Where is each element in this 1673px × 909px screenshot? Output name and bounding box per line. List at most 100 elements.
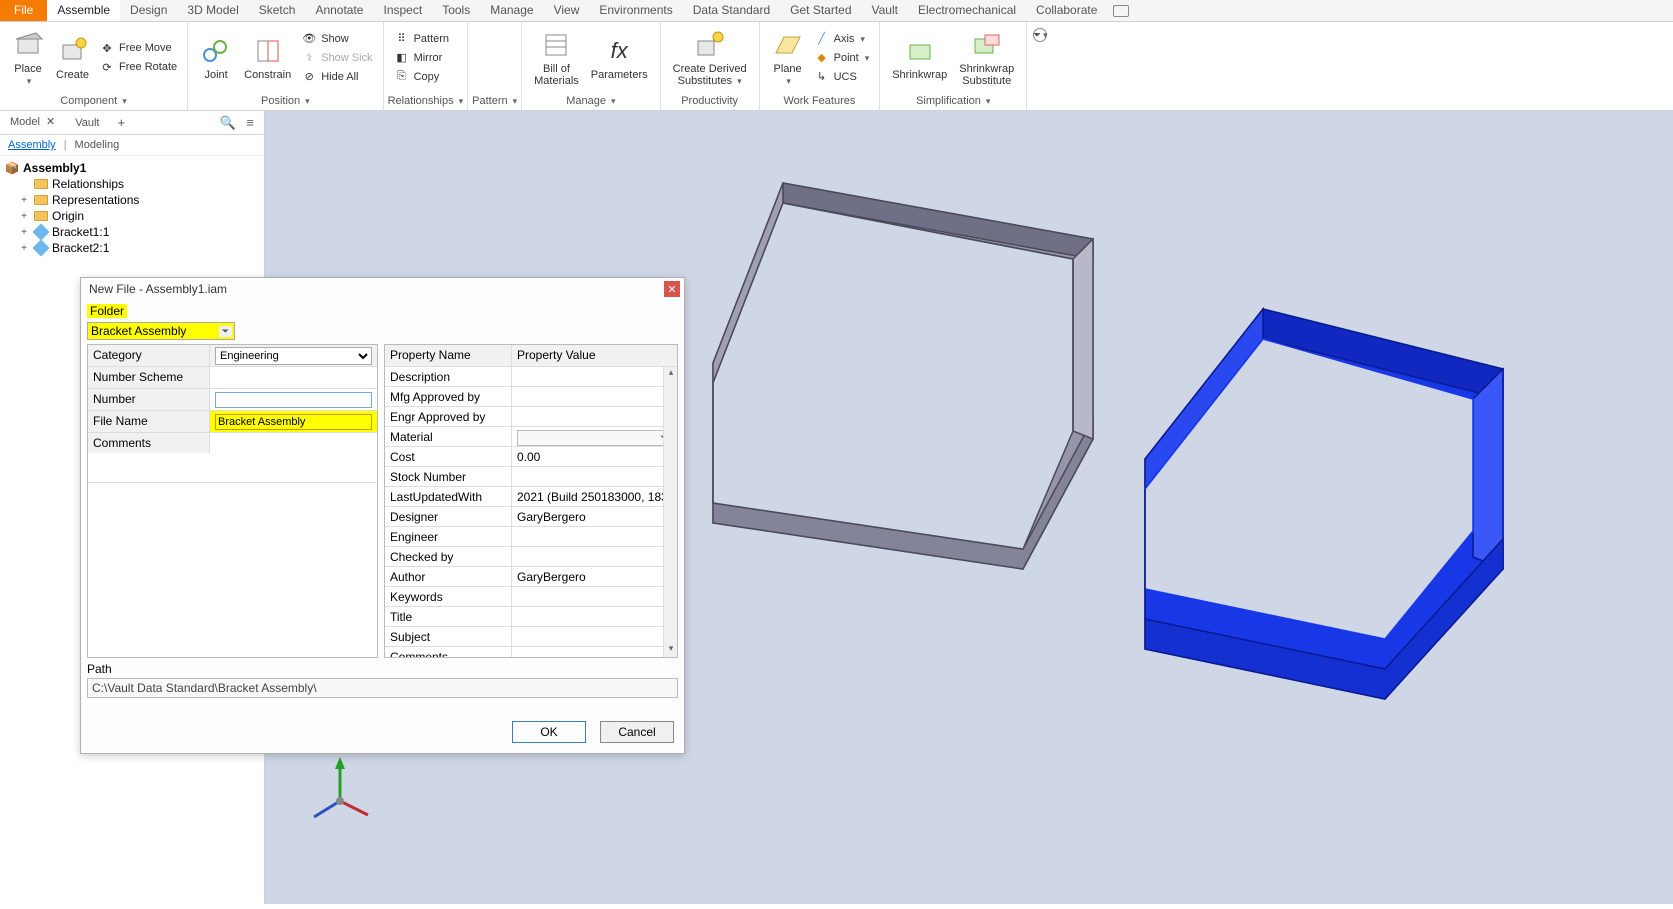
prop-value[interactable]: 2021 (Build 250183000, 183) [512, 487, 677, 506]
prop-value[interactable]: 0.00 [512, 447, 677, 466]
number-input[interactable] [215, 392, 372, 408]
scrollbar[interactable]: ▴ ▾ [663, 367, 677, 657]
tab-design[interactable]: Design [120, 0, 177, 21]
tree-origin[interactable]: +Origin [2, 208, 262, 224]
group-manage-label[interactable]: Manage [522, 93, 659, 110]
folder-dropdown[interactable]: Bracket Assembly ⏷ [87, 322, 235, 340]
tab-getstarted[interactable]: Get Started [780, 0, 861, 21]
plane-button[interactable]: Plane [766, 27, 810, 89]
bom-button[interactable]: Bill of Materials [528, 27, 585, 89]
prop-value[interactable] [512, 647, 677, 657]
tab-view[interactable]: View [544, 0, 590, 21]
expand-icon[interactable]: + [18, 195, 30, 206]
tree-root-assembly[interactable]: 📦Assembly1 [2, 160, 262, 176]
cancel-button[interactable]: Cancel [600, 721, 674, 743]
scroll-down-icon[interactable]: ▾ [664, 643, 678, 657]
tab-annotate[interactable]: Annotate [305, 0, 373, 21]
prop-value[interactable] [512, 467, 677, 486]
expand-icon[interactable]: + [18, 211, 30, 222]
subtab-assembly[interactable]: Assembly [8, 139, 56, 151]
category-select[interactable]: Engineering [215, 347, 372, 365]
tab-file[interactable]: File [0, 0, 47, 21]
place-label: Place [14, 63, 42, 75]
copy-button[interactable]: ⎘Copy [390, 68, 453, 86]
prop-value[interactable] [512, 627, 677, 646]
filename-input[interactable] [215, 414, 372, 430]
create-derived-icon [694, 29, 726, 61]
ok-button[interactable]: OK [512, 721, 586, 743]
joint-button[interactable]: Joint [194, 33, 238, 83]
free-move-button[interactable]: ✥Free Move [95, 39, 181, 57]
prop-value[interactable] [512, 367, 677, 386]
dialog-titlebar[interactable]: New File - Assembly1.iam ✕ [81, 278, 684, 300]
tree-bracket2[interactable]: +Bracket2:1 [2, 240, 262, 256]
expand-icon[interactable]: + [18, 227, 30, 238]
tab-3dmodel[interactable]: 3D Model [177, 0, 248, 21]
prop-value[interactable]: GaryBergero [512, 507, 677, 526]
tab-assemble[interactable]: Assemble [47, 0, 120, 21]
prop-value[interactable] [512, 527, 677, 546]
tree-bracket1[interactable]: +Bracket1:1 [2, 224, 262, 240]
show-button[interactable]: 👁Show [297, 30, 376, 48]
create-derived-button[interactable]: Create Derived Substitutes [667, 27, 753, 89]
panel-tab-model[interactable]: Model✕ [0, 112, 65, 133]
material-select[interactable]: ⏷ [517, 430, 672, 446]
tab-sketch[interactable]: Sketch [249, 0, 306, 21]
close-icon[interactable]: ✕ [664, 281, 680, 297]
show-sick-button[interactable]: ⚕Show Sick [297, 49, 376, 67]
shrinkwrap-substitute-icon [971, 29, 1003, 61]
group-pattern-label[interactable]: Pattern [468, 93, 521, 110]
subtab-modeling[interactable]: Modeling [75, 139, 120, 151]
tab-tools[interactable]: Tools [432, 0, 480, 21]
tab-datastandard[interactable]: Data Standard [683, 0, 780, 21]
menu-icon[interactable]: ≡ [242, 115, 258, 131]
free-rotate-button[interactable]: ⟳Free Rotate [95, 58, 181, 76]
mirror-button[interactable]: ◧Mirror [390, 49, 453, 67]
joint-label: Joint [205, 69, 228, 81]
scroll-up-icon[interactable]: ▴ [664, 367, 678, 381]
group-component-label[interactable]: Component [0, 93, 187, 110]
pattern-button[interactable]: ⠿Pattern [390, 30, 453, 48]
folder-icon [34, 179, 48, 189]
open-documents-icon[interactable] [1113, 5, 1129, 17]
help-dropdown-icon[interactable]: ⏷ [1033, 28, 1047, 42]
prop-value[interactable] [512, 407, 677, 426]
comments-input[interactable] [210, 433, 377, 439]
part-icon [33, 241, 49, 255]
search-icon[interactable]: 🔍 [220, 115, 236, 131]
group-simplification-label[interactable]: Simplification [880, 93, 1026, 110]
numberscheme-value[interactable] [210, 367, 377, 388]
prop-value[interactable]: GaryBergero [512, 567, 677, 586]
tab-manage[interactable]: Manage [480, 0, 543, 21]
ucs-button[interactable]: ↳UCS [810, 68, 874, 86]
hide-all-button[interactable]: ⊘Hide All [297, 68, 376, 86]
parameters-button[interactable]: fx Parameters [585, 33, 654, 83]
expand-icon[interactable]: + [18, 243, 30, 254]
prop-value[interactable] [512, 387, 677, 406]
tree-relationships[interactable]: Relationships [2, 176, 262, 192]
axis-button[interactable]: ╱Axis [810, 30, 874, 48]
close-model-tab-icon[interactable]: ✕ [46, 116, 55, 128]
shrinkwrap-substitute-button[interactable]: Shrinkwrap Substitute [953, 27, 1020, 89]
tab-environments[interactable]: Environments [589, 0, 682, 21]
constrain-button[interactable]: Constrain [238, 33, 297, 83]
tab-electromechanical[interactable]: Electromechanical [908, 0, 1026, 21]
shrinkwrap-button[interactable]: Shrinkwrap [886, 33, 953, 83]
tab-vault[interactable]: Vault [862, 0, 908, 21]
panel-add-tab[interactable]: + [109, 112, 133, 133]
create-button[interactable]: Create [50, 33, 95, 83]
prop-value[interactable] [512, 547, 677, 566]
point-button[interactable]: ◆Point [810, 49, 874, 67]
prop-name: Engr Approved by [385, 407, 512, 426]
group-relationships-label[interactable]: Relationships [384, 93, 468, 110]
tab-inspect[interactable]: Inspect [373, 0, 432, 21]
panel-tab-vault[interactable]: Vault [65, 114, 109, 132]
prop-value[interactable]: ⏷ [512, 427, 677, 446]
place-button[interactable]: Place [6, 27, 50, 89]
tree-representations[interactable]: +Representations [2, 192, 262, 208]
group-position-label[interactable]: Position [188, 93, 382, 110]
free-rotate-icon: ⟳ [99, 59, 115, 75]
prop-value[interactable] [512, 587, 677, 606]
prop-value[interactable] [512, 607, 677, 626]
tab-collaborate[interactable]: Collaborate [1026, 0, 1107, 21]
